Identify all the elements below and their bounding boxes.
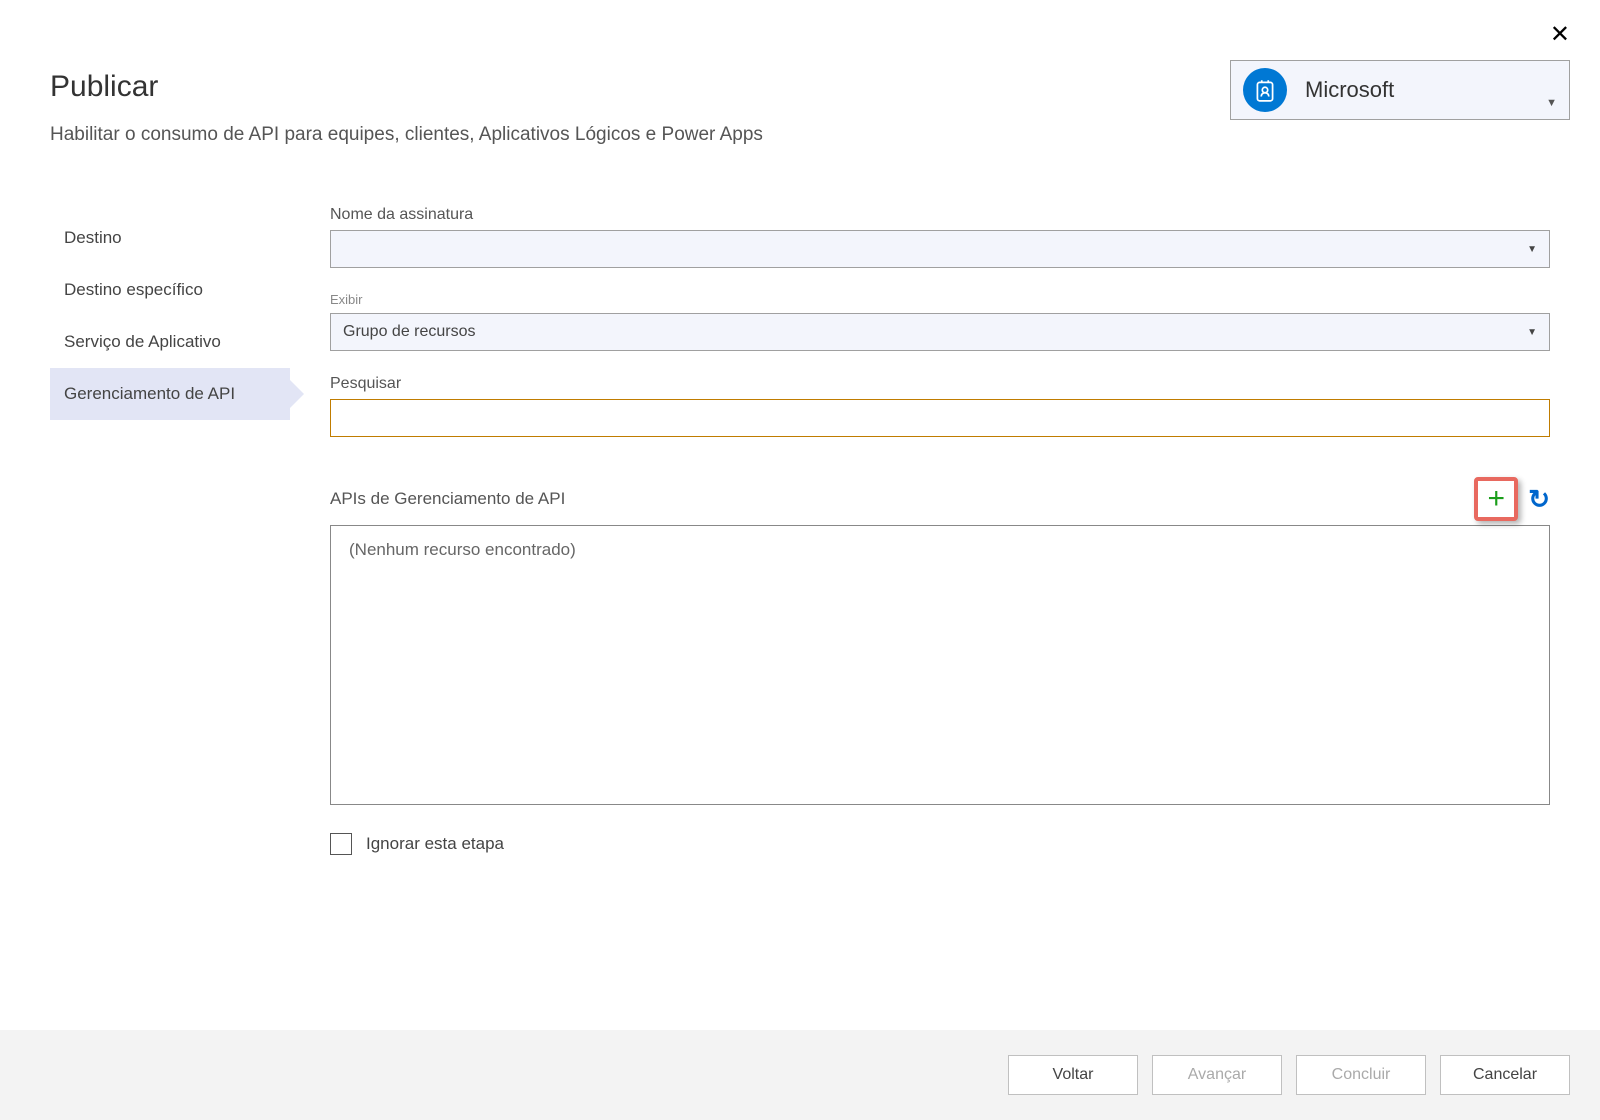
refresh-button[interactable]: ↻ bbox=[1528, 484, 1550, 515]
sidebar-item-gerenciamento-api[interactable]: Gerenciamento de API bbox=[50, 368, 290, 420]
sidebar-item-label: Destino bbox=[64, 228, 122, 247]
subscription-dropdown[interactable]: ▼ bbox=[330, 230, 1550, 268]
account-label: Microsoft bbox=[1305, 77, 1546, 103]
close-button[interactable]: ✕ bbox=[1550, 20, 1570, 49]
sidebar-item-label: Gerenciamento de API bbox=[64, 384, 235, 403]
back-button[interactable]: Voltar bbox=[1008, 1055, 1138, 1095]
search-label: Pesquisar bbox=[330, 375, 1550, 393]
view-label: Exibir bbox=[330, 292, 1550, 307]
view-dropdown[interactable]: Grupo de recursos ▼ bbox=[330, 313, 1550, 351]
footer: Voltar Avançar Concluir Cancelar bbox=[0, 1030, 1600, 1120]
account-selector[interactable]: Microsoft ▼ bbox=[1230, 60, 1570, 120]
view-value: Grupo de recursos bbox=[343, 323, 476, 341]
add-api-button[interactable]: + bbox=[1474, 477, 1518, 521]
main-panel: Nome da assinatura ▼ Exibir Grupo de rec… bbox=[330, 206, 1550, 855]
chevron-down-icon: ▼ bbox=[1527, 244, 1537, 255]
sidebar: Destino Destino específico Serviço de Ap… bbox=[50, 206, 290, 855]
credential-icon bbox=[1243, 68, 1287, 112]
api-section-label: APIs de Gerenciamento de API bbox=[330, 489, 565, 509]
sidebar-item-destino-especifico[interactable]: Destino específico bbox=[50, 264, 290, 316]
subscription-label: Nome da assinatura bbox=[330, 206, 1550, 224]
skip-label: Ignorar esta etapa bbox=[366, 834, 504, 854]
chevron-down-icon: ▼ bbox=[1546, 97, 1557, 109]
refresh-icon: ↻ bbox=[1528, 484, 1550, 514]
api-list: (Nenhum recurso encontrado) bbox=[330, 525, 1550, 805]
next-button[interactable]: Avançar bbox=[1152, 1055, 1282, 1095]
api-empty-text: (Nenhum recurso encontrado) bbox=[349, 540, 576, 559]
sidebar-item-label: Destino específico bbox=[64, 280, 203, 299]
chevron-down-icon: ▼ bbox=[1527, 327, 1537, 338]
finish-button[interactable]: Concluir bbox=[1296, 1055, 1426, 1095]
cancel-button[interactable]: Cancelar bbox=[1440, 1055, 1570, 1095]
search-input[interactable] bbox=[330, 399, 1550, 437]
skip-checkbox[interactable] bbox=[330, 833, 352, 855]
plus-icon: + bbox=[1487, 484, 1505, 514]
sidebar-item-servico-aplicativo[interactable]: Serviço de Aplicativo bbox=[50, 316, 290, 368]
sidebar-item-label: Serviço de Aplicativo bbox=[64, 332, 221, 351]
sidebar-item-destino[interactable]: Destino bbox=[50, 212, 290, 264]
page-subtitle: Habilitar o consumo de API para equipes,… bbox=[50, 124, 1550, 146]
